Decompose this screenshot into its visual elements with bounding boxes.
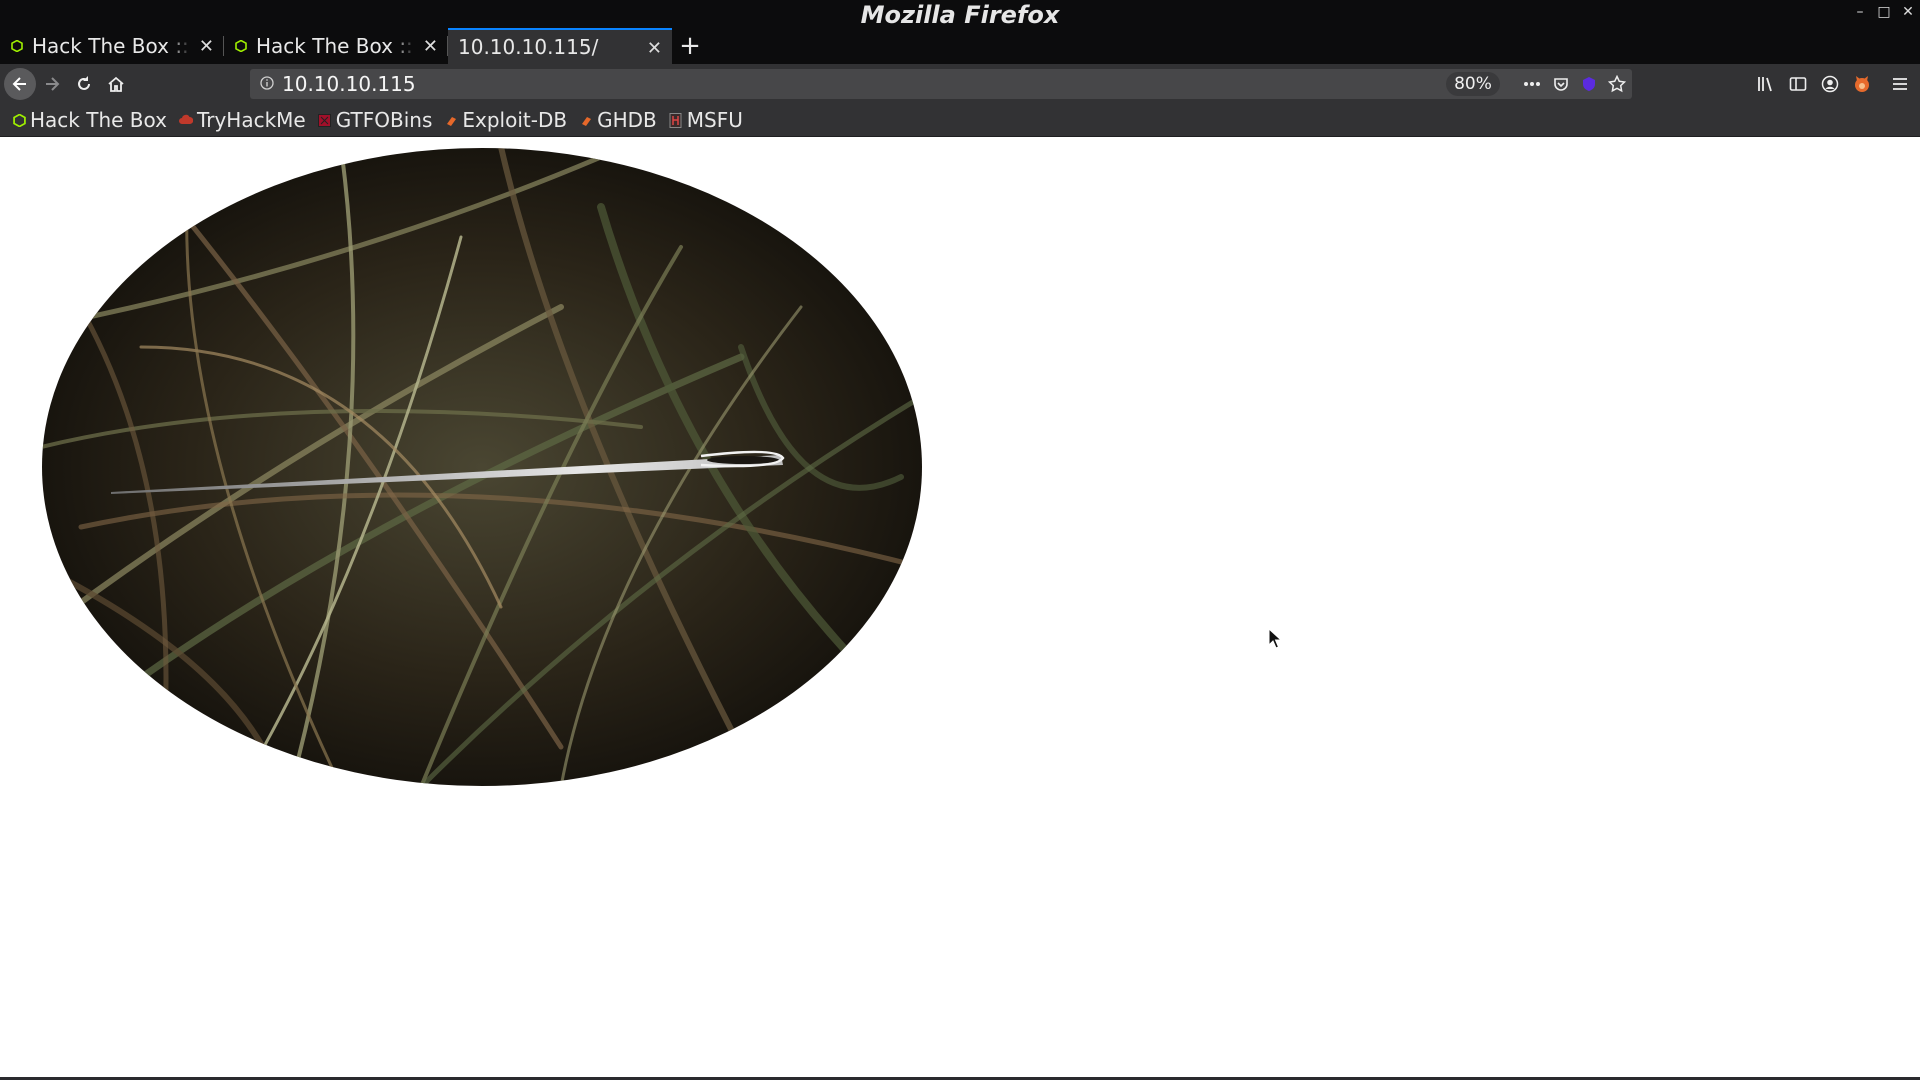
bookmark-label: TryHackMe (196, 108, 306, 132)
msfu-icon (669, 112, 683, 128)
close-window-icon[interactable]: ✕ (1900, 4, 1916, 20)
bookmark-label: Exploit-DB (462, 108, 568, 132)
bookmark-gtfobins[interactable]: GTFOBins (318, 108, 433, 132)
navigation-toolbar: 10.10.10.115 80% (0, 64, 1920, 104)
bookmark-ghdb[interactable]: GHDB (579, 108, 657, 132)
gtfobins-icon (318, 113, 332, 127)
minimize-icon[interactable]: – (1852, 4, 1868, 20)
tab-active-10-10-10-115[interactable]: 10.10.10.115/ ✕ (448, 28, 672, 64)
window-titlebar: Mozilla Firefox – □ ✕ Hack The Box :: M … (0, 0, 1920, 64)
tab-label: Hack The Box :: M (32, 34, 192, 58)
reload-icon (78, 76, 90, 90)
bookmark-hack-the-box[interactable]: Hack The Box (12, 108, 167, 132)
account-icon (1821, 75, 1839, 93)
tab-strip: Hack The Box :: M ✕ Hack The Box :: H ✕ … (0, 28, 708, 64)
library-button[interactable] (1750, 68, 1782, 100)
new-tab-button[interactable]: + (672, 28, 708, 64)
bookmark-label: Hack The Box (30, 108, 167, 132)
forward-arrow-icon (46, 77, 60, 91)
maximize-icon[interactable]: □ (1876, 4, 1892, 20)
sidebar-button[interactable] (1782, 68, 1814, 100)
back-arrow-icon (12, 77, 26, 91)
bookmark-star-icon[interactable] (1606, 73, 1628, 95)
close-tab-icon[interactable]: ✕ (423, 36, 438, 57)
bookmark-exploit-db[interactable]: Exploit-DB (444, 108, 567, 132)
window-controls: – □ ✕ (1852, 4, 1916, 20)
site-info-icon[interactable] (260, 75, 274, 94)
extension-fox-button[interactable] (1846, 68, 1878, 100)
page-actions-icon[interactable] (1521, 73, 1543, 95)
extension-shield-icon[interactable] (1578, 73, 1600, 95)
tab-hack-the-box-2[interactable]: Hack The Box :: H ✕ (224, 28, 448, 64)
window-title: Mozilla Firefox (860, 1, 1060, 29)
page-content (0, 137, 1920, 1077)
sidebar-icon (1789, 77, 1807, 91)
forward-button[interactable] (36, 68, 68, 100)
url-bar[interactable]: 10.10.10.115 80% (250, 69, 1632, 99)
zoom-level-button[interactable]: 80% (1446, 72, 1500, 96)
account-button[interactable] (1814, 68, 1846, 100)
home-icon (108, 76, 124, 92)
library-icon (1758, 77, 1772, 92)
home-button[interactable] (100, 68, 132, 100)
close-tab-icon[interactable]: ✕ (199, 36, 214, 57)
tab-label: 10.10.10.115/ (458, 35, 599, 59)
mouse-cursor-icon (1268, 628, 1283, 649)
close-tab-icon[interactable]: ✕ (647, 38, 662, 59)
back-button[interactable] (4, 68, 36, 100)
bookmark-label: GHDB (597, 108, 657, 132)
bookmark-label: MSFU (686, 108, 743, 132)
htb-favicon-icon (234, 39, 248, 53)
bookmark-msfu[interactable]: MSFU (669, 108, 743, 132)
ghdb-icon (579, 113, 593, 127)
needle-in-haystack-image (42, 148, 922, 786)
tab-hack-the-box-1[interactable]: Hack The Box :: M ✕ (0, 28, 224, 64)
bookmark-label: GTFOBins (335, 108, 433, 132)
bookmarks-toolbar: Hack The Box TryHackMe GTFOBins Exploit-… (0, 104, 1920, 137)
fox-extension-icon (1855, 76, 1869, 92)
hamburger-menu-icon (1893, 78, 1907, 90)
exploitdb-icon (444, 113, 458, 127)
menu-button[interactable] (1884, 68, 1916, 100)
tab-label: Hack The Box :: H (256, 34, 416, 58)
url-text[interactable]: 10.10.10.115 (282, 71, 416, 97)
bookmark-tryhackme[interactable]: TryHackMe (179, 108, 306, 132)
htb-icon (12, 113, 26, 127)
haystack-photo (42, 148, 922, 786)
reload-button[interactable] (68, 68, 100, 100)
htb-favicon-icon (10, 39, 24, 53)
pocket-icon[interactable] (1550, 73, 1572, 95)
tryhackme-icon (179, 113, 193, 127)
